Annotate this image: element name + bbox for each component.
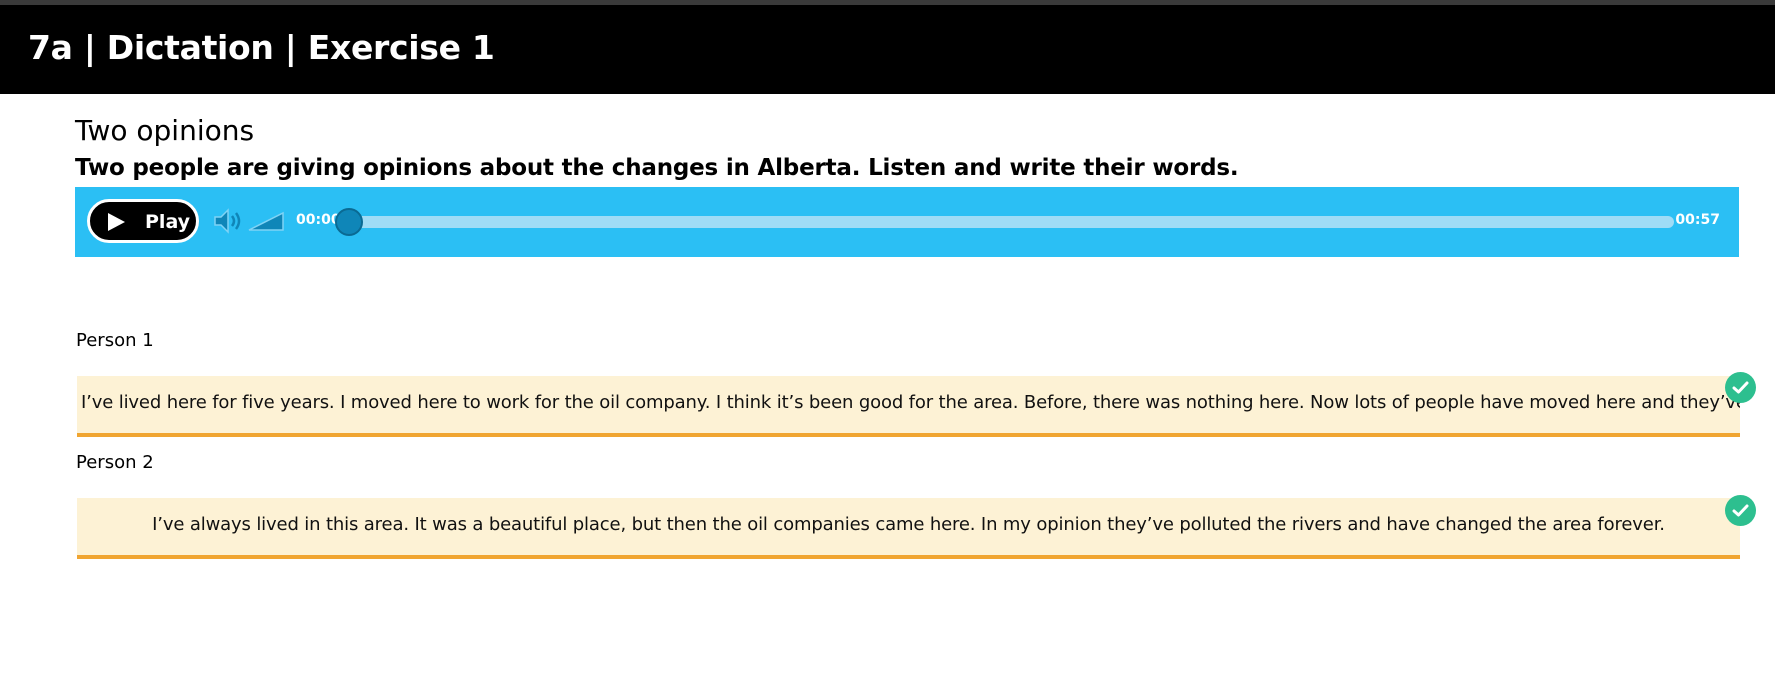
person-1-label: Person 1	[76, 330, 154, 351]
answer-field-person-2[interactable]: I’ve always lived in this area. It was a…	[77, 498, 1740, 559]
play-button-label: Play	[145, 211, 191, 233]
total-time: 00:57	[1675, 212, 1720, 228]
play-button[interactable]: Play	[87, 199, 199, 243]
page-title: 7a | Dictation | Exercise 1	[28, 28, 495, 67]
check-icon	[1725, 372, 1756, 403]
exercise-instructions: Two people are giving opinions about the…	[75, 155, 1239, 181]
answer-text: I’ve lived here for five years. I moved …	[81, 392, 1740, 413]
exercise-title: Two opinions	[75, 114, 255, 147]
progress-track[interactable]	[335, 208, 1674, 236]
play-icon	[108, 213, 125, 231]
page-header: 7a | Dictation | Exercise 1	[0, 5, 1775, 94]
progress-thumb[interactable]	[335, 208, 363, 236]
volume-icon[interactable]	[213, 207, 245, 235]
volume-slider-icon[interactable]	[248, 211, 284, 231]
answer-text: I’ve always lived in this area. It was a…	[152, 514, 1665, 535]
audio-player: Play 00:00 00:57	[75, 187, 1739, 257]
answer-field-person-1[interactable]: I’ve lived here for five years. I moved …	[77, 376, 1740, 437]
current-time: 00:00	[296, 212, 341, 228]
person-2-label: Person 2	[76, 452, 154, 473]
check-icon	[1725, 495, 1756, 526]
